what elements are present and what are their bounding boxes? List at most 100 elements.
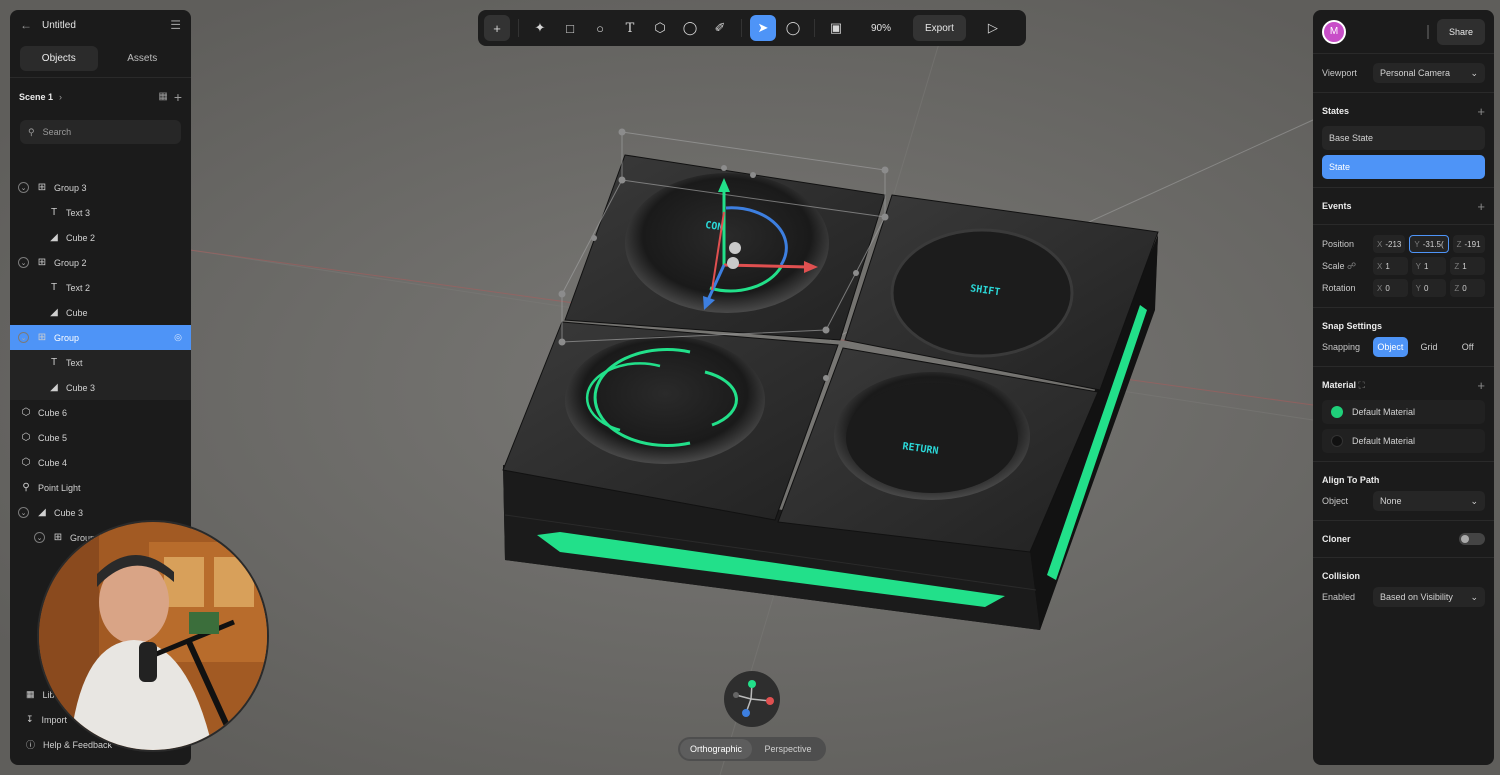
snap-off-option[interactable]: Off bbox=[1450, 337, 1485, 357]
text-icon: T bbox=[50, 357, 58, 368]
layer-row[interactable]: T Text bbox=[10, 350, 191, 375]
group-icon: ⊞ bbox=[53, 532, 63, 543]
scale-y-field[interactable]: Y1 bbox=[1411, 257, 1447, 275]
chevron-down-icon: ⌄ bbox=[1470, 591, 1478, 602]
add-material-icon[interactable]: + bbox=[1477, 378, 1485, 393]
snap-settings-title: Snap Settings bbox=[1322, 321, 1383, 331]
user-avatar[interactable]: M bbox=[1322, 19, 1346, 44]
add-button[interactable]: + bbox=[484, 15, 510, 41]
collision-enabled-label: Enabled bbox=[1322, 592, 1356, 602]
select-tool-button[interactable]: ➤ bbox=[750, 15, 776, 41]
position-z-field[interactable]: Z -191 bbox=[1452, 235, 1485, 253]
cube-outline-icon: ◢ bbox=[38, 507, 46, 518]
scale-x-field[interactable]: X1 bbox=[1373, 257, 1408, 275]
cube-icon: ⬡ bbox=[654, 20, 666, 35]
export-button[interactable]: Export bbox=[913, 15, 966, 41]
add-scene-icon[interactable]: + bbox=[174, 90, 182, 104]
lock-icon[interactable]: ☍ bbox=[1347, 261, 1356, 271]
back-arrow-icon[interactable]: ← bbox=[20, 19, 32, 31]
search-input[interactable]: ⚲ Search bbox=[20, 120, 181, 144]
layer-row[interactable]: T Text 2 bbox=[10, 275, 191, 300]
layer-row[interactable]: ⚲ Point Light bbox=[10, 475, 191, 500]
expand-toggle-icon[interactable]: ⌄ bbox=[18, 182, 29, 193]
expand-toggle-icon[interactable]: ⌄ bbox=[34, 532, 45, 543]
state-active[interactable]: State bbox=[1322, 155, 1485, 179]
share-button[interactable]: Share bbox=[1436, 18, 1485, 45]
tab-objects[interactable]: Objects bbox=[20, 46, 98, 71]
expand-toggle-icon[interactable]: ⌄ bbox=[18, 257, 29, 268]
cloner-toggle[interactable] bbox=[1459, 533, 1485, 545]
layer-row[interactable]: ⬡ Cube 6 bbox=[10, 400, 191, 425]
tab-assets[interactable]: Assets bbox=[104, 46, 182, 71]
layer-label: Cube bbox=[66, 307, 88, 318]
add-event-icon[interactable]: + bbox=[1477, 199, 1485, 214]
document-title[interactable]: Untitled bbox=[42, 20, 160, 31]
menu-icon[interactable]: ☰ bbox=[170, 19, 181, 31]
layer-row[interactable]: ⌄ ⊞ Group ◎ bbox=[10, 325, 191, 350]
chevron-right-icon[interactable]: › bbox=[59, 92, 62, 102]
scale-z-field[interactable]: Z1 bbox=[1450, 257, 1486, 275]
layer-label: Group bbox=[54, 332, 80, 343]
grid-view-icon[interactable]: ▦ bbox=[158, 92, 167, 102]
snap-object-option[interactable]: Object bbox=[1373, 337, 1408, 357]
play-button[interactable]: ▷ bbox=[980, 15, 1006, 41]
expand-icon[interactable]: ⛶ bbox=[1359, 380, 1365, 390]
text-tool-button[interactable]: T bbox=[617, 15, 643, 41]
layer-label: Point Light bbox=[38, 482, 81, 493]
layer-row[interactable]: ⬡ Cube 5 bbox=[10, 425, 191, 450]
ellipse-tool-button[interactable]: ○ bbox=[587, 15, 613, 41]
cube-tool-button[interactable]: ⬡ bbox=[647, 15, 673, 41]
rotation-y-field[interactable]: Y0 bbox=[1411, 279, 1447, 297]
main-toolbar: + ✦ □ ○ T ⬡ ◯ ✐ ➤ ◯ ▣ 90% Export ▷ bbox=[478, 10, 1026, 46]
position-y-value: -31.5( bbox=[1422, 239, 1444, 249]
rotation-z-field[interactable]: Z0 bbox=[1450, 279, 1486, 297]
layer-row[interactable]: ⌄ ⊞ Group 2 bbox=[10, 250, 191, 275]
material-item[interactable]: Default Material bbox=[1322, 400, 1485, 424]
state-base[interactable]: Base State bbox=[1322, 126, 1485, 150]
cube-icon: ⬡ bbox=[21, 432, 31, 443]
layer-row[interactable]: T Text 3 bbox=[10, 200, 191, 225]
position-x-field[interactable]: X -213 bbox=[1373, 235, 1406, 253]
cube-outline-icon: ◢ bbox=[50, 307, 58, 318]
comment-tool-button[interactable]: ◯ bbox=[780, 15, 806, 41]
layer-label: Cube 5 bbox=[38, 432, 68, 443]
expand-toggle-icon[interactable]: ⌄ bbox=[18, 332, 29, 343]
collision-select[interactable]: Based on Visibility ⌄ bbox=[1373, 587, 1485, 607]
circle-icon: ○ bbox=[596, 20, 604, 36]
layer-row[interactable]: ◢ Cube 2 bbox=[10, 225, 191, 250]
add-state-icon[interactable]: + bbox=[1477, 104, 1485, 119]
scale-label: Scale ☍ bbox=[1322, 260, 1357, 271]
scene-name[interactable]: Scene 1 bbox=[19, 92, 53, 102]
position-y-field[interactable]: Y -31.5( bbox=[1409, 235, 1449, 253]
snap-grid-option[interactable]: Grid bbox=[1412, 337, 1447, 357]
zoom-level[interactable]: 90% bbox=[853, 23, 909, 34]
layer-row[interactable]: ◢ Cube bbox=[10, 300, 191, 325]
orthographic-button[interactable]: Orthographic bbox=[680, 739, 752, 759]
ai-tool-button[interactable]: ✦ bbox=[527, 15, 553, 41]
perspective-button[interactable]: Perspective bbox=[752, 739, 824, 759]
sphere-tool-button[interactable]: ◯ bbox=[677, 15, 703, 41]
viewport-value: Personal Camera bbox=[1380, 68, 1451, 78]
group-icon: ⊞ bbox=[37, 332, 47, 343]
expand-toggle-icon[interactable]: ⌄ bbox=[18, 507, 29, 518]
cube-icon: ⬡ bbox=[21, 457, 31, 468]
material-item[interactable]: Default Material bbox=[1322, 429, 1485, 453]
layer-row[interactable]: ⌄ ⊞ Group 3 bbox=[10, 175, 191, 200]
target-icon[interactable]: ◎ bbox=[174, 332, 182, 343]
layer-row[interactable]: ⬡ Cube 4 bbox=[10, 450, 191, 475]
layer-row[interactable]: ◢ Cube 3 bbox=[10, 375, 191, 400]
frame-icon: ▣ bbox=[829, 20, 843, 35]
text-icon: T bbox=[625, 20, 635, 36]
align-object-select[interactable]: None ⌄ bbox=[1373, 491, 1485, 511]
scale-x-value: 1 bbox=[1385, 261, 1390, 271]
rectangle-tool-button[interactable]: □ bbox=[557, 15, 583, 41]
text-icon: T bbox=[50, 282, 58, 293]
webcam-overlay bbox=[37, 520, 269, 752]
frame-button[interactable]: ▣ bbox=[823, 15, 849, 41]
viewport-select[interactable]: Personal Camera ⌄ bbox=[1373, 63, 1485, 83]
rotation-x-field[interactable]: X0 bbox=[1373, 279, 1408, 297]
group-icon: ⊞ bbox=[37, 182, 47, 193]
orientation-gizmo[interactable] bbox=[724, 671, 780, 727]
path-tool-button[interactable]: ✐ bbox=[707, 15, 733, 41]
presenter-video-image bbox=[39, 522, 267, 750]
